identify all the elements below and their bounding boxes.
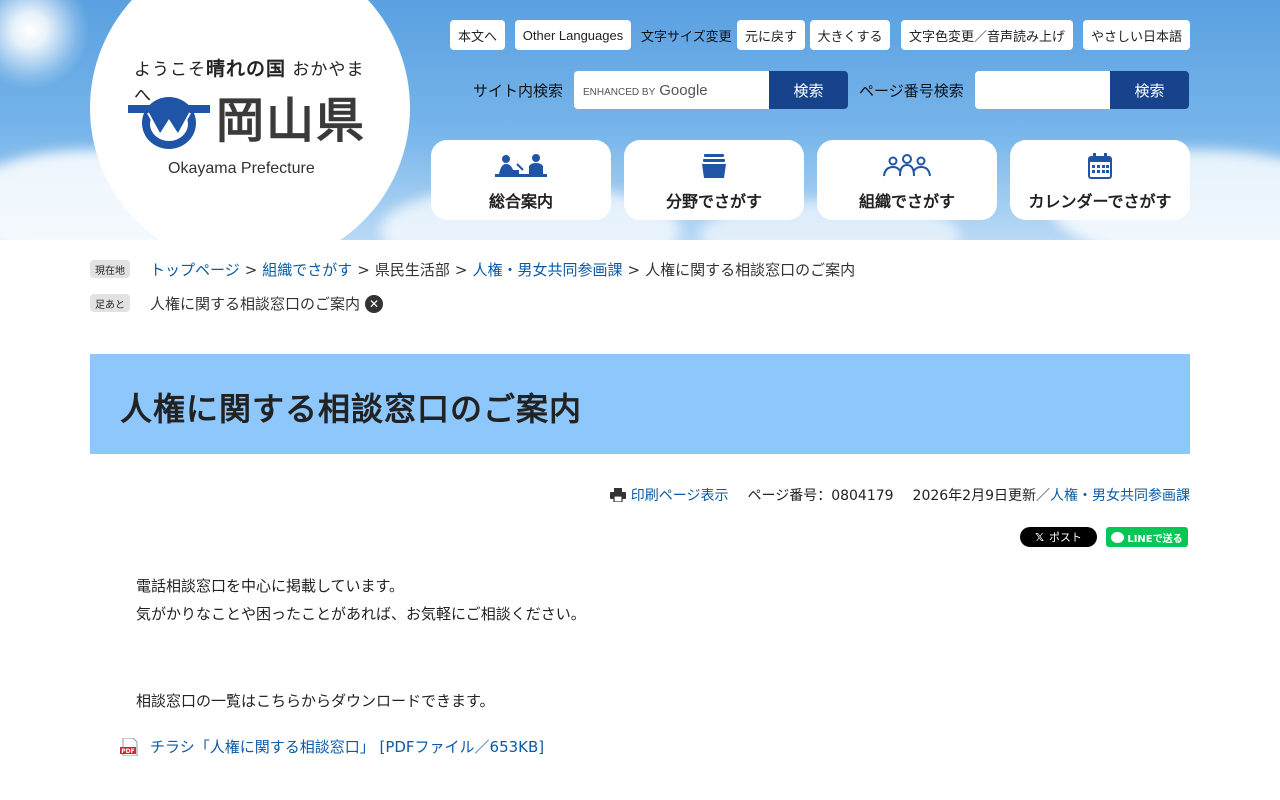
pdf-link-text[interactable]: チラシ「人権に関する相談窓口」 [PDFファイル／653KB]	[150, 736, 544, 757]
pdf-download-link[interactable]: PDF チラシ「人権に関する相談窓口」 [PDFファイル／653KB]	[120, 736, 544, 757]
page-title: 人権に関する相談窓口のご案内	[120, 390, 583, 428]
page-meta: 印刷ページ表示 ページ番号：0804179 2026年2月9日更新／ 人権・男女共…	[609, 485, 1190, 505]
updated-date: 2026年2月9日更新／	[912, 488, 1050, 504]
department-link[interactable]: 人権・男女共同参画課	[1050, 485, 1190, 505]
sun-glare	[0, 0, 90, 90]
svg-text:PDF: PDF	[121, 748, 134, 755]
page-number-search-button[interactable]: 検索	[1110, 71, 1189, 109]
breadcrumb-link-organization[interactable]: 組織でさがす	[262, 261, 352, 279]
organization-icon	[881, 152, 933, 180]
page-number-search-label: ページ番号検索	[859, 82, 964, 100]
footmark-tag: 足あと	[90, 294, 130, 312]
intro-line-2: 気がかりなことや困ったことがあれば、お気軽にご相談ください。	[136, 605, 586, 623]
printer-icon	[609, 488, 626, 502]
prefecture-name: 岡山県	[216, 93, 367, 149]
breadcrumb: トップページ > 組織でさがす > 県民生活部 > 人権・男女共同参画課 > 人権に関する相談窓…	[150, 261, 856, 279]
pdf-file-icon: PDF	[120, 737, 140, 756]
nav-label: 分野でさがす	[665, 192, 762, 211]
font-larger-button[interactable]: 大きくする	[810, 20, 890, 50]
nav-by-field[interactable]: 分野でさがす	[624, 140, 804, 220]
nav-by-calendar[interactable]: カレンダーでさがす	[1010, 140, 1190, 220]
other-languages-button[interactable]: Other Languages	[515, 20, 631, 50]
site-search-label: サイト内検索	[473, 82, 564, 100]
nav-label: 組織でさがす	[858, 192, 955, 211]
people-desk-icon	[493, 152, 549, 180]
page-number: ページ番号：0804179	[747, 488, 894, 504]
footmark: 人権に関する相談窓口のご案内 ✕	[150, 293, 384, 314]
font-size-label: 文字サイズ変更	[641, 30, 732, 45]
breadcrumb-text-department: 県民生活部	[374, 261, 450, 279]
x-logo-icon: 𝕏	[1035, 530, 1044, 544]
breadcrumb-link-top[interactable]: トップページ	[150, 261, 240, 279]
footmark-item[interactable]: 人権に関する相談窓口のご案内	[150, 293, 360, 314]
close-icon[interactable]: ✕	[365, 294, 384, 313]
title-band: 人権に関する相談窓口のご案内	[90, 354, 1190, 454]
x-post-button[interactable]: 𝕏 ポスト	[1020, 527, 1097, 547]
intro-line-1: 電話相談窓口を中心に掲載しています。	[136, 577, 405, 595]
site-search-button[interactable]: 検索	[769, 71, 848, 109]
line-logo-icon	[1111, 531, 1125, 543]
prefecture-emblem-icon	[128, 97, 210, 149]
page-number-input[interactable]	[975, 71, 1111, 109]
print-page-link[interactable]: 印刷ページ表示	[631, 485, 729, 505]
calendar-icon	[1087, 152, 1113, 180]
download-text: 相談窓口の一覧はこちらからダウンロードできます。	[136, 692, 495, 710]
breadcrumb-current: 人権に関する相談窓口のご案内	[645, 261, 856, 279]
prefecture-name-en: Okayama Prefecture	[168, 160, 315, 177]
nav-label: 総合案内	[488, 192, 553, 211]
font-reset-button[interactable]: 元に戻す	[737, 20, 805, 50]
nav-general-info[interactable]: 総合案内	[431, 140, 611, 220]
site-header: ようこそ晴れの国 おかやまへ 岡山県 Okayama Prefecture 本文…	[0, 0, 1280, 240]
site-search-input[interactable]: ENHANCED BY Google	[574, 71, 770, 109]
breadcrumb-link-division[interactable]: 人権・男女共同参画課	[472, 261, 622, 279]
nav-by-organization[interactable]: 組織でさがす	[817, 140, 997, 220]
line-share-button[interactable]: LINEで送る	[1106, 527, 1188, 547]
nav-label: カレンダーでさがす	[1028, 192, 1172, 211]
google-brand: ENHANCED BY Google	[583, 81, 708, 99]
current-location-tag: 現在地	[90, 260, 130, 278]
easy-japanese-button[interactable]: やさしい日本語	[1083, 20, 1190, 50]
color-voice-button[interactable]: 文字色変更／音声読み上げ	[901, 20, 1073, 50]
folder-icon	[700, 152, 728, 180]
skip-to-content-button[interactable]: 本文へ	[450, 20, 505, 50]
